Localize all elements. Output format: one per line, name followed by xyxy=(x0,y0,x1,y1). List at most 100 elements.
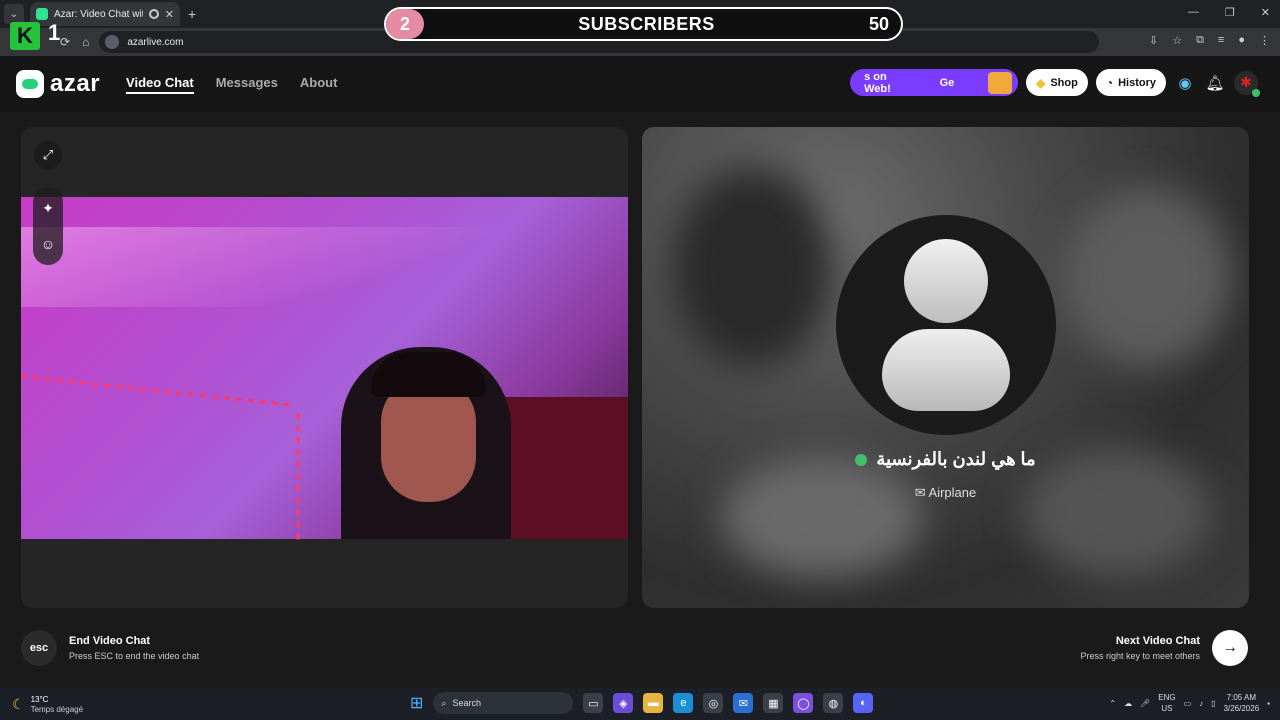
menu-kebab-icon[interactable]: ⋮ xyxy=(1259,34,1270,47)
store-icon[interactable]: ▦ xyxy=(763,693,784,713)
system-tray: ⌃ ☁ 🎤︎ ENG US ▭ ♪ ▯ 7:05 AM 3/26/2026 ▪ xyxy=(1109,692,1270,714)
bell-icon[interactable]: 🔔︎ xyxy=(1204,72,1226,94)
next-chat-button[interactable]: → xyxy=(1212,630,1248,666)
maximize-icon[interactable]: ❐ xyxy=(1225,6,1235,19)
windows-start-icon[interactable]: ⊞ xyxy=(410,693,423,713)
promo-text-2: Ge xyxy=(939,76,955,89)
subscriber-goal: 50 xyxy=(868,13,889,34)
history-button[interactable]: ◔ History xyxy=(1095,69,1166,96)
taskbar-search[interactable]: ⌕ Search xyxy=(433,692,574,714)
gift-box-icon xyxy=(988,71,1013,94)
profile-icon[interactable]: ● xyxy=(1238,34,1245,47)
end-chat-button[interactable]: esc xyxy=(21,630,57,666)
ceiling-molding xyxy=(21,227,628,307)
verified-badge-icon xyxy=(855,454,868,467)
notification-bell-icon[interactable]: ▪ xyxy=(1267,699,1270,708)
edge-icon[interactable]: e xyxy=(673,693,694,713)
browser-toolbar-icons: ⇩ ☆ ⧉ ≡ ● ⋮ xyxy=(1149,34,1270,47)
shop-button[interactable]: ◆ Shop xyxy=(1026,69,1088,96)
tab-title: Azar: Video Chat with New xyxy=(54,8,143,20)
end-chat-title: End Video Chat xyxy=(69,635,151,647)
chrome-icon[interactable]: ◎ xyxy=(703,693,724,713)
m365-icon[interactable]: ◈ xyxy=(613,693,634,713)
language-indicator[interactable]: ENG US xyxy=(1158,692,1175,714)
tab-list-chevron-icon[interactable]: ⌄ xyxy=(4,4,24,24)
bg-blur xyxy=(722,457,922,577)
tab-close-icon[interactable]: ✕ xyxy=(165,8,174,21)
person-in-video xyxy=(341,347,541,539)
file-explorer-icon[interactable]: ▬ xyxy=(643,693,664,713)
peer-video-panel: ما هي لندن بالفرنسية ✉ Airplane xyxy=(642,127,1249,608)
azar-logo[interactable]: azar xyxy=(16,70,100,98)
media-control-icon[interactable]: ≡ xyxy=(1218,34,1224,47)
azar-logo-text: azar xyxy=(50,70,101,97)
clock-icon: ◔ xyxy=(1105,75,1114,90)
reload-icon[interactable]: ⟳ xyxy=(60,35,70,49)
volume-icon[interactable]: ♪ xyxy=(1199,699,1203,708)
task-view-icon[interactable]: ▭ xyxy=(583,693,604,713)
user-avatar[interactable]: ✱ xyxy=(1234,70,1260,97)
clock[interactable]: 7:05 AM 3/26/2026 xyxy=(1224,692,1260,714)
mail-icon: ✉ xyxy=(914,485,926,500)
shop-label: Shop xyxy=(1050,76,1078,89)
minimize-icon[interactable]: — xyxy=(1188,6,1199,19)
self-video-panel: ⤢ ✦ ☺ xyxy=(21,127,628,608)
network-icon[interactable]: ▭ xyxy=(1184,699,1192,708)
promo-banner[interactable]: s on Web! Ge xyxy=(850,69,1019,96)
recording-icon xyxy=(148,9,159,19)
peer-status-text: Airplane xyxy=(928,485,977,500)
mail-app-icon[interactable]: ✉ xyxy=(733,693,754,713)
led-strip-vertical xyxy=(296,413,300,542)
nav-video-chat[interactable]: Video Chat xyxy=(126,75,194,94)
bg-blur xyxy=(672,167,832,367)
bookmark-star-icon[interactable]: ☆ xyxy=(1172,34,1182,47)
peer-default-avatar xyxy=(836,215,1056,435)
assistant-icon[interactable]: ◯ xyxy=(793,693,814,713)
discord-icon[interactable]: ◐ xyxy=(853,693,874,713)
windows-taskbar: ☾ 13°C Temps dégagé ⊞ ⌕ Search ▭ ◈ ▬ e ◎… xyxy=(0,688,1280,720)
azar-header: azar Video Chat Messages About s on Web!… xyxy=(0,56,1280,112)
bg-blur xyxy=(1062,187,1232,367)
temperature: 13°C xyxy=(30,694,49,704)
kick-counter: 1 xyxy=(48,20,61,45)
weather-desc: Temps dégagé xyxy=(30,704,84,714)
nav-messages[interactable]: Messages xyxy=(216,75,278,94)
mic-icon[interactable]: 🎤︎ xyxy=(1140,699,1150,708)
chat-bubble-icon[interactable]: ◉ xyxy=(1174,72,1196,94)
subscriber-goal-bar: 2 SUBSCRIBERS 50 xyxy=(384,7,903,41)
nav-about[interactable]: About xyxy=(300,75,338,94)
avatar-body xyxy=(882,329,1010,411)
azar-logo-icon xyxy=(16,70,44,98)
nav-icons: ⟳ ⌂ xyxy=(60,35,89,49)
next-chat-title: Next Video Chat xyxy=(1115,635,1200,647)
face-sticker-icon[interactable]: ☺ xyxy=(41,236,55,252)
install-app-icon[interactable]: ⇩ xyxy=(1149,34,1158,47)
magic-wand-icon[interactable]: ✦ xyxy=(42,200,54,217)
obs-icon[interactable]: ◍ xyxy=(823,693,844,713)
clock-time: 7:05 AM xyxy=(1226,693,1257,702)
taskbar-apps: ⊞ ⌕ Search ▭ ◈ ▬ e ◎ ✉ ▦ ◯ ◍ ◐ xyxy=(410,692,874,714)
chevron-up-icon[interactable]: ⌃ xyxy=(1109,699,1116,708)
site-info-icon[interactable] xyxy=(105,35,120,49)
url-text: azarlive.com xyxy=(127,36,184,48)
lang-region: US xyxy=(1161,704,1173,713)
lang-code: ENG xyxy=(1158,693,1176,702)
online-dot xyxy=(1252,88,1260,97)
close-window-icon[interactable]: ✕ xyxy=(1261,6,1270,19)
kick-logo: K xyxy=(10,22,40,50)
weather-widget[interactable]: ☾ 13°C Temps dégagé xyxy=(12,695,83,714)
peer-status: ✉ Airplane xyxy=(642,485,1249,501)
azar-favicon-icon xyxy=(36,8,48,20)
new-tab-icon[interactable]: + xyxy=(188,6,196,22)
battery-icon[interactable]: ▯ xyxy=(1211,699,1215,708)
next-chat-hint: Press right key to meet others xyxy=(1080,651,1200,661)
promo-text: s on Web! xyxy=(864,70,891,95)
extension-icon[interactable]: ⧉ xyxy=(1196,34,1204,47)
home-icon[interactable]: ⌂ xyxy=(82,35,89,49)
self-camera-feed xyxy=(21,197,628,542)
cloud-icon[interactable]: ☁ xyxy=(1124,699,1132,708)
history-label: History xyxy=(1118,76,1156,89)
led-strip xyxy=(21,375,290,407)
subscriber-current: 2 xyxy=(386,9,424,39)
expand-icon[interactable]: ⤢ xyxy=(34,141,62,169)
